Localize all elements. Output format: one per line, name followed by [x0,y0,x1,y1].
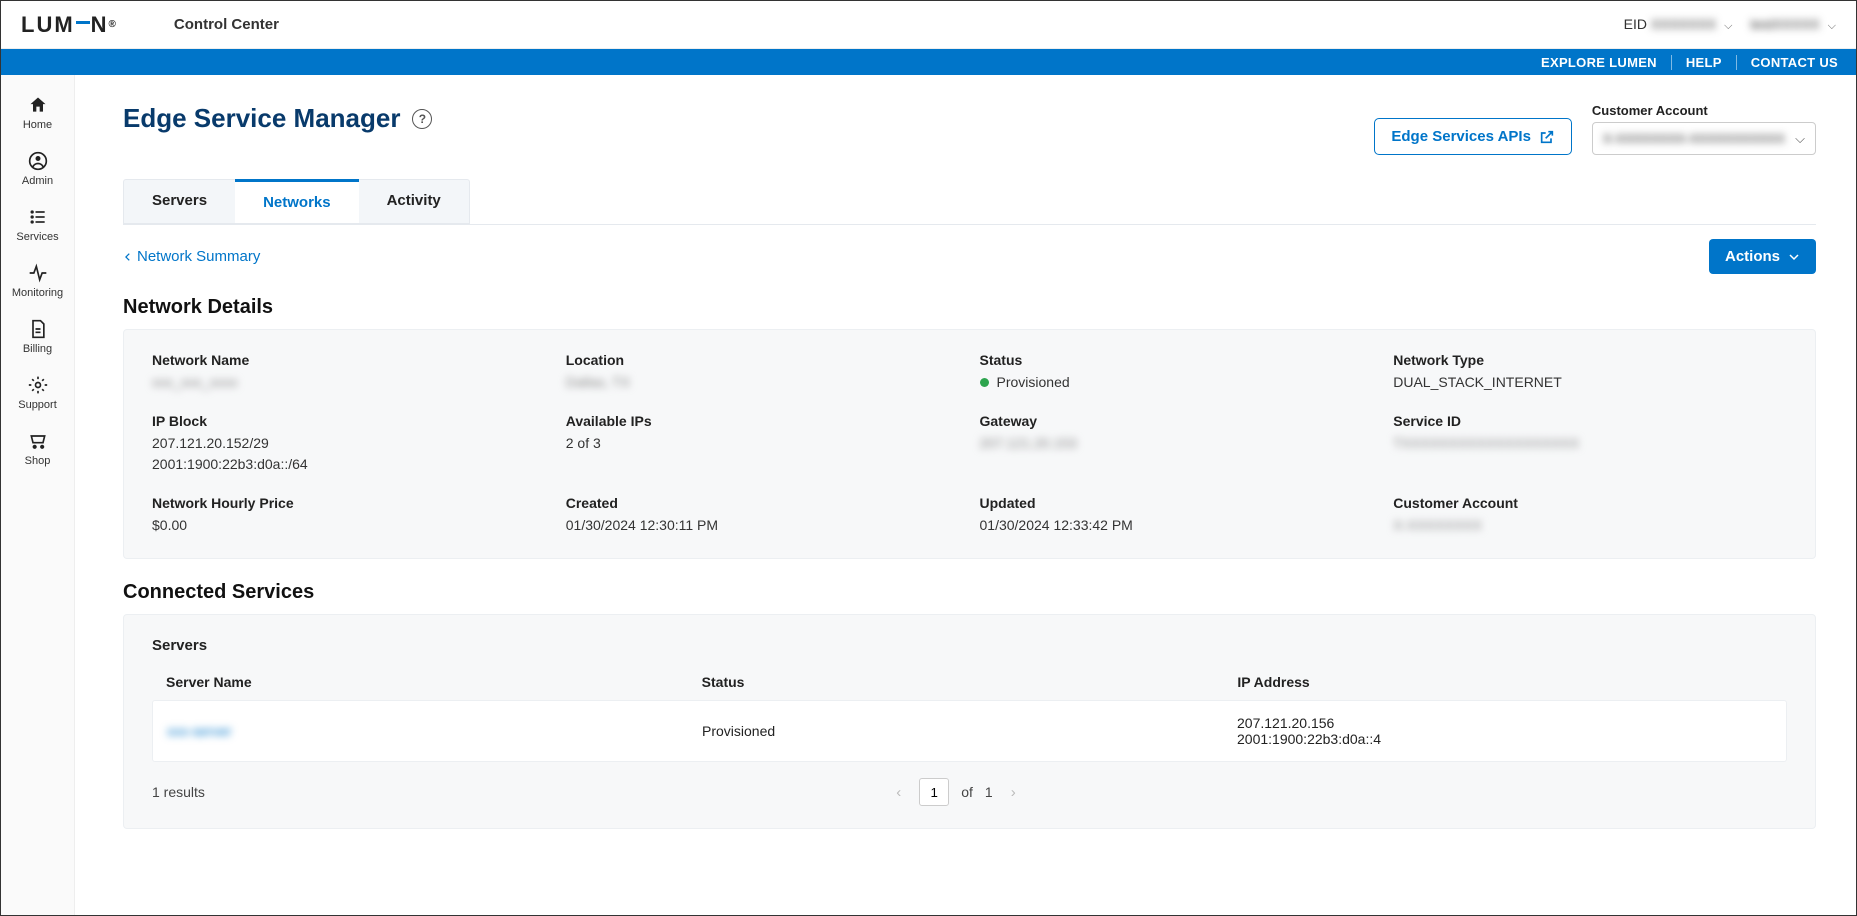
location-label: Location [566,352,960,368]
user-icon [28,151,48,171]
sidebar-label: Home [23,119,52,131]
gear-icon [28,375,48,395]
col-ip: IP Address [1237,674,1773,690]
servers-table-header: Server Name Status IP Address [152,664,1787,700]
tabs: Servers Networks Activity [123,179,470,224]
updated-value: 01/30/2024 12:33:42 PM [980,515,1374,536]
of-text: of [961,784,973,800]
contact-link[interactable]: CONTACT US [1736,55,1838,70]
created-value: 01/30/2024 12:30:11 PM [566,515,960,536]
back-link[interactable]: Network Summary [123,248,260,265]
prev-page-button[interactable]: ‹ [890,784,907,801]
page-input[interactable] [919,778,949,806]
service-id-label: Service ID [1393,413,1787,429]
results-count: 1 results [152,784,205,800]
ip-block-label: IP Block [152,413,546,429]
chevron-down-icon [1788,251,1800,263]
customer-account-label: Customer Account [1592,103,1816,118]
main-content: Edge Service Manager ? Edge Services API… [75,75,1856,915]
sidebar-label: Shop [25,455,51,467]
service-id-value: TXXXXXXXXXXXXXXXXXXX [1393,433,1787,454]
customer-account-select[interactable]: X-XXXXXXXX-XXXXXXXXXXX [1592,122,1816,155]
status-dot-icon [980,378,989,387]
tab-servers[interactable]: Servers [124,180,235,223]
home-icon [28,95,48,115]
hourly-price-label: Network Hourly Price [152,495,546,511]
location-value: Dallas, TX [566,372,960,393]
table-row[interactable]: xxx-server Provisioned 207.121.20.156 20… [152,700,1787,762]
sidebar-item-home[interactable]: Home [1,85,74,141]
created-label: Created [566,495,960,511]
chevron-down-icon: ⌵ [1724,20,1732,32]
servers-subheading: Servers [152,637,1787,654]
sidebar-item-monitoring[interactable]: Monitoring [1,253,74,309]
app-name: Control Center [174,16,279,33]
ip-block-value: 207.121.20.152/29 2001:1900:22b3:d0a::/6… [152,433,546,475]
network-details-card: Network Name xxx_xxx_xxxx Location Dalla… [123,329,1816,559]
server-ip: 207.121.20.156 2001:1900:22b3:d0a::4 [1237,715,1772,747]
chevron-down-icon: ⌵ [1828,20,1836,32]
connected-services-heading: Connected Services [123,581,1816,604]
sidebar-label: Admin [22,175,53,187]
edge-apis-button[interactable]: Edge Services APIs [1374,118,1572,155]
sidebar-item-admin[interactable]: Admin [1,141,74,197]
help-link[interactable]: HELP [1671,55,1722,70]
sidebar-label: Billing [23,343,52,355]
sidebar-item-shop[interactable]: Shop [1,421,74,477]
network-name-label: Network Name [152,352,546,368]
pagination: 1 results ‹ of 1 › [152,778,1787,806]
network-type-label: Network Type [1393,352,1787,368]
connected-services-card: Servers Server Name Status IP Address xx… [123,614,1816,829]
server-status: Provisioned [702,723,1237,739]
gateway-value: 207.121.20.153 [980,433,1374,454]
sidebar-label: Monitoring [12,287,63,299]
global-nav-bar: EXPLORE LUMEN HELP CONTACT US [1,49,1856,75]
col-server-name: Server Name [166,674,702,690]
external-link-icon [1539,129,1555,145]
customer-account-detail-label: Customer Account [1393,495,1787,511]
top-header: LUMN® Control Center EID XXXXXXX ⌵ testX… [1,1,1856,49]
help-icon[interactable]: ? [412,109,432,129]
available-ips-label: Available IPs [566,413,960,429]
sidebar-item-services[interactable]: Services [1,197,74,253]
user-selector[interactable]: testXXXXX ⌵ [1751,16,1837,33]
col-status: Status [702,674,1238,690]
explore-link[interactable]: EXPLORE LUMEN [1541,55,1657,70]
document-icon [28,319,48,339]
activity-icon [28,263,48,283]
brand-logo: LUMN® [21,12,118,38]
sidebar-label: Services [16,231,58,243]
sidebar-label: Support [18,399,57,411]
next-page-button[interactable]: › [1005,784,1022,801]
gateway-label: Gateway [980,413,1374,429]
tab-activity[interactable]: Activity [359,180,469,223]
status-label: Status [980,352,1374,368]
actions-button[interactable]: Actions [1709,239,1816,274]
status-value: Provisioned [980,372,1374,393]
cart-icon [28,431,48,451]
available-ips-value: 2 of 3 [566,433,960,454]
network-type-value: DUAL_STACK_INTERNET [1393,372,1787,393]
sidebar-item-support[interactable]: Support [1,365,74,421]
updated-label: Updated [980,495,1374,511]
tab-networks[interactable]: Networks [235,179,359,223]
total-pages: 1 [985,784,993,800]
chevron-left-icon [123,250,133,264]
sidebar: Home Admin Services Monitoring Billing S… [1,75,75,915]
network-name-value: xxx_xxx_xxxx [152,372,546,393]
hourly-price-value: $0.00 [152,515,546,536]
server-name-link[interactable]: xxx-server [167,723,702,739]
customer-account-detail-value: X-XXXXXXXX [1393,515,1787,536]
list-icon [28,207,48,227]
page-title: Edge Service Manager ? [123,103,432,134]
network-details-heading: Network Details [123,296,1816,319]
eid-selector[interactable]: EID XXXXXXX ⌵ [1624,16,1733,33]
sidebar-item-billing[interactable]: Billing [1,309,74,365]
